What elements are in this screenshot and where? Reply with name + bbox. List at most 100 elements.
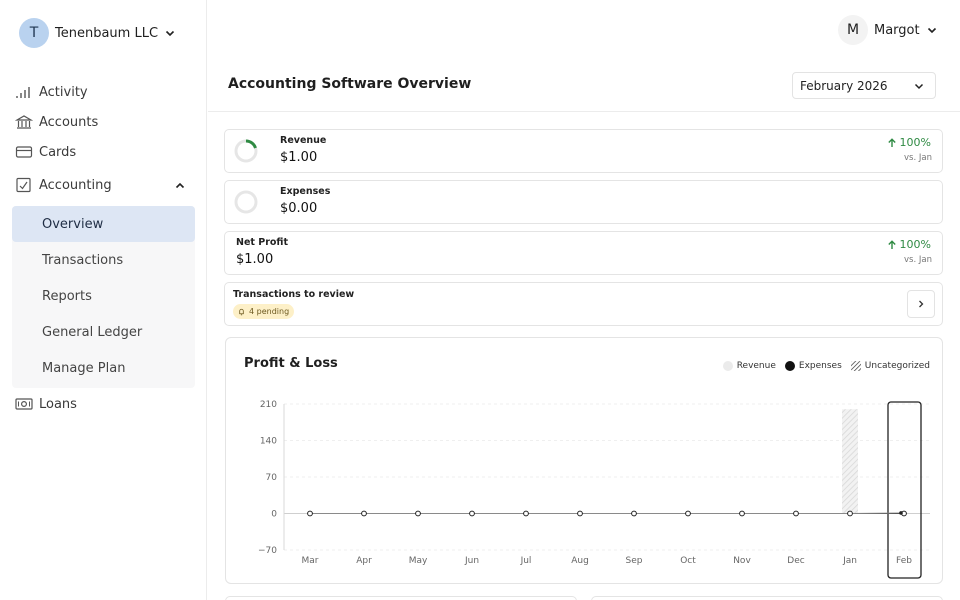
revenue-delta: 100%	[887, 136, 931, 149]
chart-legend: Revenue Expenses Uncategorized	[714, 361, 930, 371]
sidebar-item-activity[interactable]: Activity	[15, 84, 88, 100]
period-select[interactable]: February 2026	[792, 72, 936, 99]
legend-swatch-revenue	[722, 361, 733, 371]
net-profit-delta-value: 100%	[899, 238, 931, 251]
review-open-button[interactable]	[907, 290, 935, 318]
accounting-subnav: Overview Transactions Reports General Le…	[12, 206, 195, 388]
y-tick-label: 70	[266, 473, 278, 483]
sidebar-item-accounts[interactable]: Accounts	[15, 114, 98, 130]
legend-label-expenses: Expenses	[798, 361, 842, 371]
profit-loss-card: 210 140 70 0 −70 Mar Apr May Jun Jul Aug Sep Oct Nov…	[225, 337, 943, 584]
x-tick-label: Sep	[626, 556, 643, 566]
revenue-card[interactable]: Revenue $1.00 100% vs. Jan	[224, 129, 943, 173]
org-switcher[interactable]: T Tenenbaum LLC	[19, 18, 176, 48]
subnav-item-overview[interactable]: Overview	[12, 206, 195, 242]
chevron-down-icon	[165, 30, 175, 37]
expenses-point	[685, 510, 691, 517]
expenses-point	[631, 510, 637, 517]
chevron-up-icon[interactable]	[174, 180, 186, 192]
user-name: Margot	[874, 22, 920, 38]
sidebar-item-accounting[interactable]: Accounting	[15, 177, 112, 193]
legend-item-uncategorized[interactable]: Uncategorized	[850, 361, 930, 371]
y-tick-label: 210	[260, 400, 277, 410]
x-tick-label: Feb	[896, 556, 912, 566]
x-tick-label: Apr	[356, 556, 372, 566]
expenses-point	[793, 510, 799, 517]
subnav-item-transactions[interactable]: Transactions	[12, 242, 195, 278]
sidebar-item-label: Activity	[39, 84, 88, 100]
chart-title: Profit & Loss	[244, 356, 338, 371]
review-label: Transactions to review	[233, 289, 355, 300]
x-tick-label: Jun	[464, 556, 479, 566]
x-tick-label: Dec	[787, 556, 804, 566]
expenses-point	[307, 510, 313, 517]
subnav-item-general-ledger[interactable]: General Ledger	[12, 314, 195, 350]
arrow-up-icon	[887, 239, 896, 249]
expenses-point	[847, 510, 853, 517]
net-profit-delta: 100%	[887, 238, 931, 251]
expenses-ring-icon	[234, 190, 258, 214]
legend-swatch-uncategorized	[850, 361, 861, 371]
transactions-review-card[interactable]: Transactions to review 4 pending	[224, 282, 943, 326]
x-tick-label: May	[409, 556, 428, 566]
y-tick-label: 0	[271, 510, 277, 520]
legend-item-expenses[interactable]: Expenses	[784, 361, 842, 371]
expenses-point	[361, 510, 367, 517]
revenue-label: Revenue	[280, 135, 327, 146]
net-profit-card[interactable]: Net Profit $1.00 100% vs. Jan	[224, 231, 943, 275]
revenue-line	[310, 512, 905, 514]
net-profit-value: $1.00	[236, 252, 274, 267]
revenue-point	[899, 511, 903, 515]
bottom-card-right	[591, 596, 943, 600]
expenses-point	[415, 510, 421, 517]
subnav-item-manage-plan[interactable]: Manage Plan	[12, 350, 195, 386]
legend-swatch-expenses	[784, 361, 795, 371]
x-tick-label: Aug	[571, 556, 589, 566]
x-tick-label: Nov	[733, 556, 751, 566]
sidebar-item-loans[interactable]: Loans	[15, 396, 77, 412]
header-divider	[208, 111, 960, 112]
revenue-value: $1.00	[280, 150, 318, 165]
subnav-item-reports[interactable]: Reports	[12, 278, 195, 314]
pending-count: 4 pending	[249, 307, 290, 316]
sidebar-item-cards[interactable]: Cards	[15, 144, 76, 160]
pending-badge: 4 pending	[233, 304, 295, 319]
expenses-point	[577, 510, 583, 517]
x-tick-label: Jul	[520, 556, 532, 566]
net-profit-label: Net Profit	[236, 237, 288, 248]
arrow-up-icon	[887, 137, 896, 147]
revenue-delta-value: 100%	[899, 136, 931, 149]
expenses-point	[469, 510, 475, 517]
expenses-point	[739, 510, 745, 517]
y-tick-label: 140	[260, 437, 277, 447]
revenue-ring-icon	[234, 139, 258, 163]
uncategorized-bar	[842, 409, 858, 514]
ledger-check-icon	[16, 177, 31, 193]
sidebar-item-label: Cards	[39, 144, 77, 160]
credit-card-icon	[15, 146, 33, 158]
expenses-label: Expenses	[280, 186, 331, 197]
net-profit-delta-compare: vs. Jan	[904, 255, 932, 265]
user-menu[interactable]: M Margot	[838, 15, 938, 45]
legend-item-revenue[interactable]: Revenue	[722, 361, 776, 371]
y-tick-label: −70	[258, 546, 277, 556]
sidebar-item-label: Loans	[39, 396, 77, 412]
sidebar: T Tenenbaum LLC Activity Accounts Cards …	[0, 0, 207, 600]
x-tick-label: Jan	[842, 556, 857, 566]
bell-icon	[239, 308, 244, 316]
bank-icon	[15, 115, 33, 129]
org-avatar: T	[19, 18, 49, 48]
x-tick-label: Oct	[680, 556, 696, 566]
legend-label-uncategorized: Uncategorized	[864, 361, 930, 371]
expenses-value: $0.00	[280, 201, 318, 216]
selected-month-highlight	[887, 401, 922, 579]
revenue-delta-compare: vs. Jan	[904, 153, 932, 163]
bottom-card-left	[225, 596, 577, 600]
sidebar-item-label: Accounting	[39, 177, 112, 193]
expenses-point	[523, 510, 529, 517]
chevron-right-icon	[919, 300, 924, 308]
page-title: Accounting Software Overview	[228, 76, 472, 92]
profit-loss-chart: 210 140 70 0 −70 Mar Apr May Jun Jul Aug Sep Oct Nov…	[258, 400, 930, 579]
legend-label-revenue: Revenue	[736, 361, 776, 371]
expenses-card[interactable]: Expenses $0.00	[224, 180, 943, 224]
